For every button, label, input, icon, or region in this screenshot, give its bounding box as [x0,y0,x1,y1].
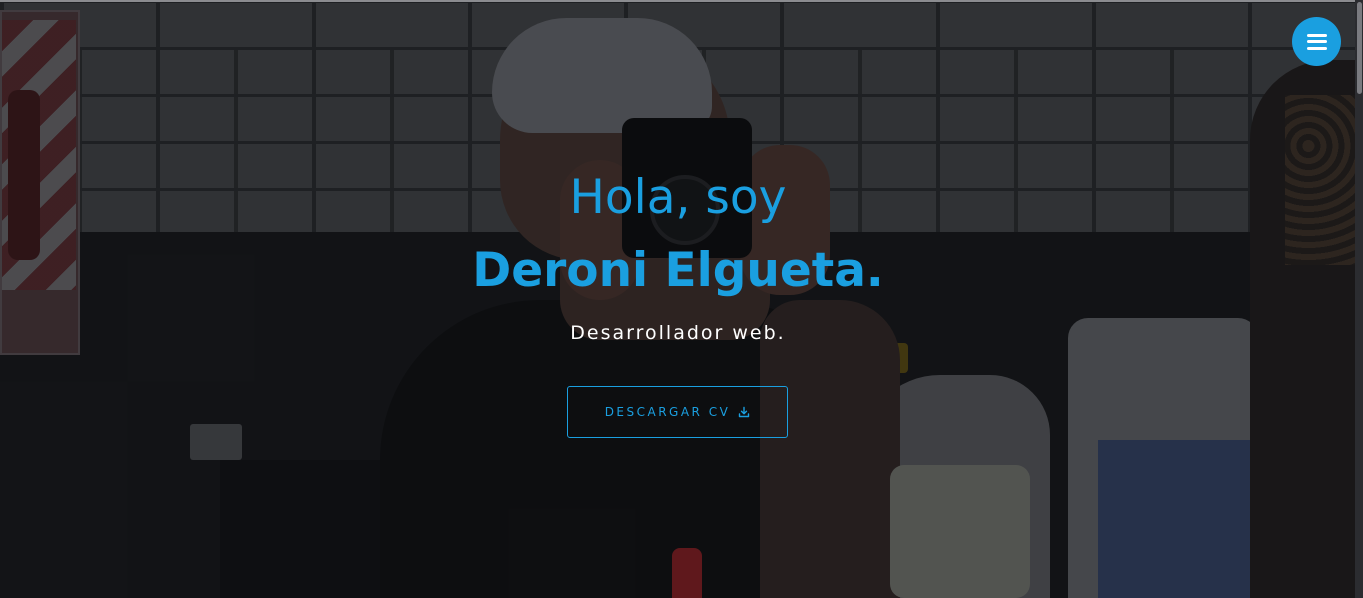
menu-button[interactable] [1292,17,1341,66]
download-cv-button[interactable]: DESCARGAR CV [567,386,788,438]
hamburger-menu-icon [1306,33,1327,50]
hero-content: Hola, soy Deroni Elgueta. Desarrollador … [0,0,1363,598]
hero-greeting: Hola, soy [569,170,787,225]
scrollbar-thumb[interactable] [1357,2,1362,94]
hero-section: Hola, soy Deroni Elgueta. Desarrollador … [0,0,1363,598]
download-cv-label: DESCARGAR CV [604,405,731,419]
download-icon [739,406,750,418]
hero-role: Desarrollador web. [570,322,786,344]
hero-name: Deroni Elgueta. [472,243,884,298]
